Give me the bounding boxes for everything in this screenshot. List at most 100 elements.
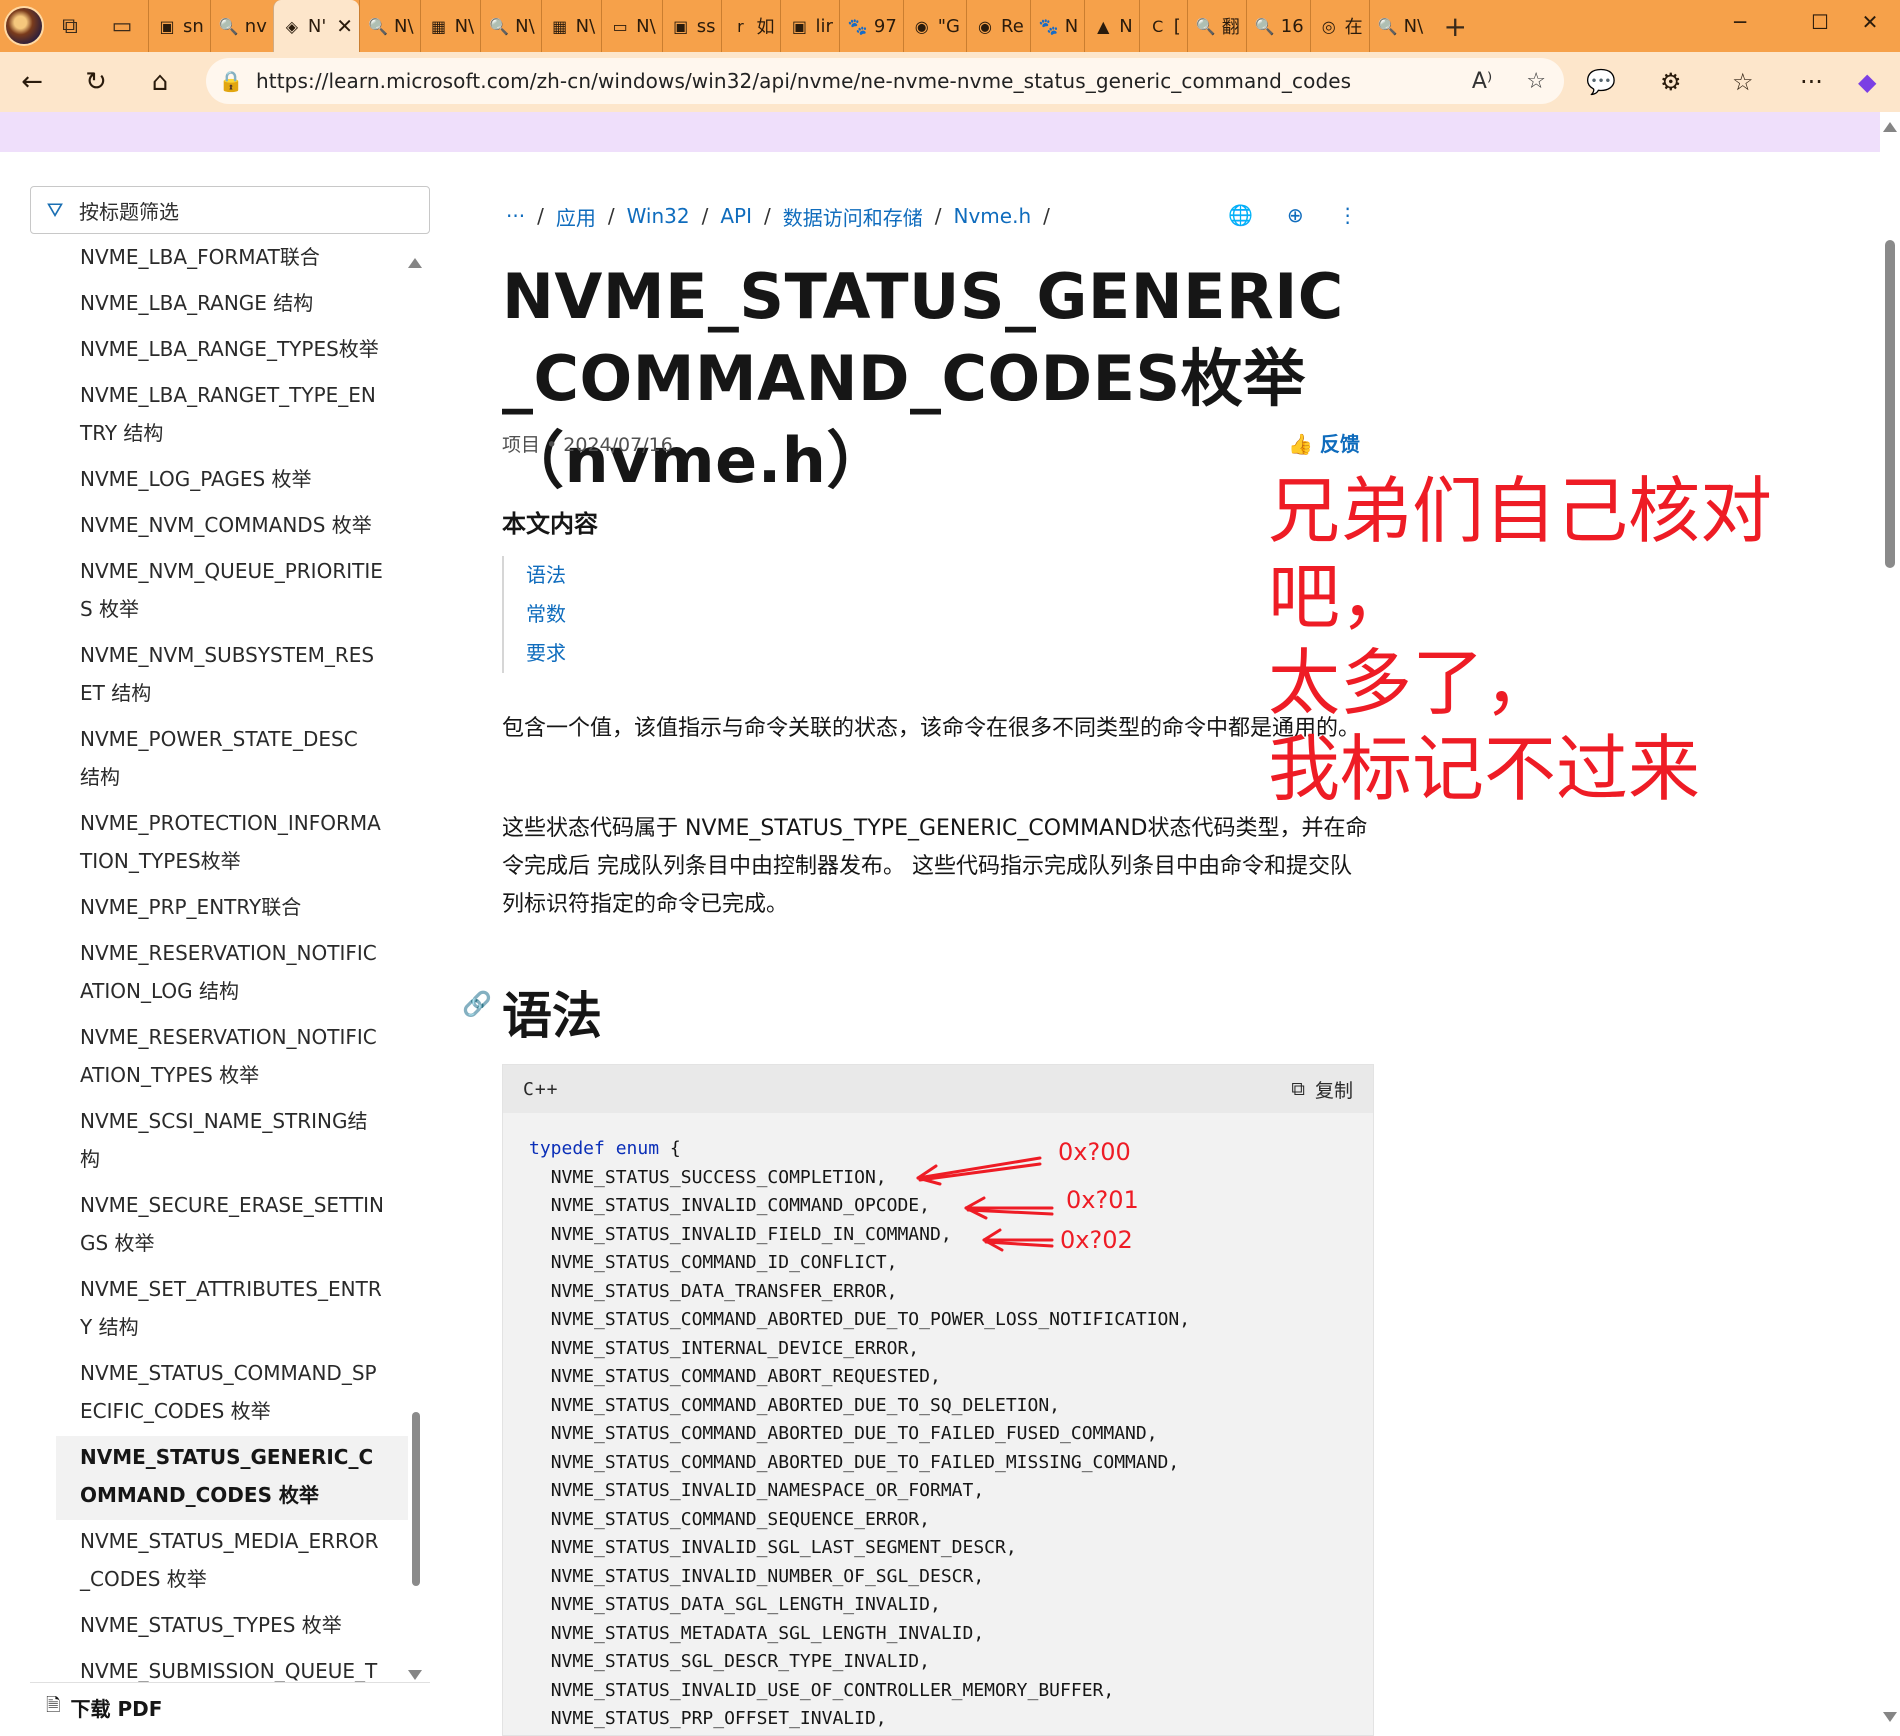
extensions-icon[interactable]: ⚙ xyxy=(1660,52,1682,112)
sidebar-item[interactable]: NVME_NVM_COMMANDS 枚举 xyxy=(56,504,408,550)
sidebar-item[interactable]: NVME_POWER_STATE_DESC 结构 xyxy=(56,718,408,802)
annotation-note: 兄弟们自己核对吧， 太多了， 我标记不过来 xyxy=(1268,468,1900,812)
chat-icon[interactable]: 💬 xyxy=(1586,52,1616,112)
new-tab-button[interactable]: + xyxy=(1429,0,1481,52)
sidebar-item[interactable]: NVME_PRP_ENTRY联合 xyxy=(56,886,408,932)
sidebar-item[interactable]: NVME_STATUS_COMMAND_SPECIFIC_CODES 枚举 xyxy=(56,1352,408,1436)
sidebar-item[interactable]: NVME_LBA_RANGE_TYPES枚举 xyxy=(56,328,408,374)
scroll-thumb[interactable] xyxy=(412,1412,420,1586)
browser-tab[interactable]: ◉ Re xyxy=(966,0,1030,52)
browser-tab[interactable]: r如 xyxy=(721,0,780,52)
browser-tab[interactable]: ▣ lir xyxy=(780,0,838,52)
back-button[interactable]: ← xyxy=(0,52,64,112)
sidebar-item[interactable]: NVME_LOG_PAGES 枚举 xyxy=(56,458,408,504)
tab-favicon-icon: C xyxy=(1152,16,1164,36)
page-scroll-up[interactable] xyxy=(1883,122,1897,132)
breadcrumb-ellipsis[interactable]: ··· xyxy=(506,204,525,228)
sidebar-scrollbar[interactable] xyxy=(406,250,422,1680)
minimize-button[interactable]: ─ xyxy=(1700,0,1780,44)
browser-tab[interactable]: 🐾 N xyxy=(1029,0,1084,52)
browser-tab[interactable]: ▦ N\ xyxy=(419,0,481,52)
page-scrollbar[interactable] xyxy=(1880,112,1900,1736)
close-window-button[interactable]: ✕ xyxy=(1840,0,1900,44)
lock-icon[interactable]: 🔒 xyxy=(206,69,256,93)
browser-tab[interactable]: 🔍 nv xyxy=(209,0,273,52)
browser-tab[interactable]: 🐾 97 xyxy=(838,0,903,52)
hex-label-2: 0x?02 xyxy=(1060,1226,1133,1254)
browser-tab[interactable]: ◎ 在 xyxy=(1309,0,1369,52)
browser-tab[interactable]: ▣ ss xyxy=(661,0,722,52)
toc-link[interactable]: 常数 xyxy=(526,595,566,634)
breadcrumb-link[interactable]: 数据访问和存储 xyxy=(783,202,923,231)
tab-title: [ xyxy=(1173,15,1181,37)
sidebar-item[interactable]: NVME_RESERVATION_NOTIFICATION_TYPES 枚举 xyxy=(56,1016,408,1100)
sidebar-item[interactable]: NVME_STATUS_GENERIC_COMMAND_CODES 枚举 xyxy=(56,1436,408,1520)
sidebar-item[interactable]: NVME_LBA_RANGE 结构 xyxy=(56,282,408,328)
browser-tab[interactable]: ▦ N\ xyxy=(540,0,602,52)
feedback-label: 反馈 xyxy=(1319,432,1360,456)
tab-title: N\ xyxy=(394,15,414,37)
toc-link[interactable]: 语法 xyxy=(526,556,566,595)
browser-tab[interactable]: 🔍 N\ xyxy=(359,0,420,52)
browser-tab[interactable]: ▭ N\ xyxy=(601,0,662,52)
tab-title: N xyxy=(1064,15,1079,37)
sidebar-item[interactable]: NVME_LBA_RANGET_TYPE_ENTRY 结构 xyxy=(56,374,408,458)
browser-tab[interactable]: 🔍 16 xyxy=(1245,0,1310,52)
filter-input[interactable]: ⛛ 按标题筛选 xyxy=(30,186,430,234)
browser-tab[interactable]: 🔍 N\ xyxy=(480,0,541,52)
url-text[interactable]: https://learn.microsoft.com/zh-cn/window… xyxy=(256,69,1351,93)
sidebar-item[interactable]: NVME_STATUS_TYPES 枚举 xyxy=(56,1604,408,1650)
breadcrumb-link[interactable]: Win32 xyxy=(627,204,690,228)
sidebar-item[interactable]: NVME_STATUS_MEDIA_ERROR_CODES 枚举 xyxy=(56,1520,408,1604)
workspaces-icon[interactable]: ⧉ xyxy=(44,0,96,52)
sidebar-item[interactable]: NVME_NVM_QUEUE_PRIORITIES 枚举 xyxy=(56,550,408,634)
browser-tab[interactable]: 🔍 翻 xyxy=(1186,0,1246,52)
description-paragraph: 包含一个值，该值指示与命令关联的状态，该命令在很多不同类型的命令中都是通用的。 xyxy=(502,716,1361,741)
more-menu-icon[interactable]: ··· xyxy=(1800,52,1823,112)
code-body[interactable]: typedef enum { NVME_STATUS_SUCCESS_COMPL… xyxy=(503,1113,1373,1734)
heading-anchor-icon[interactable]: 🔗 xyxy=(462,990,492,1018)
download-pdf-button[interactable]: 🗎 下载 PDF xyxy=(30,1682,430,1732)
copilot-icon[interactable]: ◆ xyxy=(1858,52,1876,112)
read-aloud-icon[interactable]: A⁾ xyxy=(1472,69,1492,94)
annotation-line: 太多了， xyxy=(1268,641,1557,725)
refresh-button[interactable]: ↻ xyxy=(64,52,128,112)
toc-link[interactable]: 要求 xyxy=(526,634,566,673)
sidebar-item[interactable]: NVME_RESERVATION_NOTIFICATION_LOG 结构 xyxy=(56,932,408,1016)
browser-tab[interactable]: C[ xyxy=(1138,0,1187,52)
scroll-down-arrow[interactable] xyxy=(408,1670,422,1680)
sidebar-item[interactable]: NVME_SECURE_ERASE_SETTINGS 枚举 xyxy=(56,1184,408,1268)
sidebar-item[interactable]: NVME_PROTECTION_INFORMATION_TYPES枚举 xyxy=(56,802,408,886)
sidebar-item[interactable]: NVME_LBA_FORMAT联合 xyxy=(56,236,408,282)
sidebar-item[interactable]: NVME_NVM_SUBSYSTEM_RESET 结构 xyxy=(56,634,408,718)
breadcrumb-link[interactable]: 应用 xyxy=(556,202,596,231)
home-button[interactable]: ⌂ xyxy=(128,52,192,112)
scroll-up-arrow[interactable] xyxy=(408,258,422,268)
add-collection-icon[interactable]: ⊕ xyxy=(1287,203,1304,227)
vertical-tabs-icon[interactable]: ▭ xyxy=(96,0,148,52)
copy-button[interactable]: ⧉ 复制 xyxy=(1291,1076,1353,1103)
sidebar-item[interactable]: NVME_SCSI_NAME_STRING结构 xyxy=(56,1100,408,1184)
code-line: NVME_STATUS_METADATA_SGL_LENGTH_INVALID, xyxy=(550,1622,985,1644)
feedback-link[interactable]: 👍 反馈 xyxy=(1288,428,1360,457)
close-tab-icon[interactable]: ✕ xyxy=(336,14,353,38)
code-line: NVME_STATUS_INVALID_NAMESPACE_OR_FORMAT, xyxy=(550,1480,985,1501)
browser-tab[interactable]: 🔍 N\ xyxy=(1368,0,1430,52)
sidebar-item[interactable]: NVME_SUBMISSION_QUEUE_TAIL_DOORBELL联合 xyxy=(56,1650,408,1684)
profile-avatar[interactable] xyxy=(4,6,44,46)
favorite-star-icon[interactable]: ☆ xyxy=(1526,69,1546,94)
address-bar[interactable]: 🔒 https://learn.microsoft.com/zh-cn/wind… xyxy=(206,58,1564,104)
tab-favicon-icon: ▣ xyxy=(673,16,689,36)
breadcrumb-link[interactable]: Nvme.h xyxy=(954,204,1032,228)
browser-tab[interactable]: ◉ "G xyxy=(902,0,966,52)
page-scroll-down[interactable] xyxy=(1883,1712,1897,1722)
sidebar-item[interactable]: NVME_SET_ATTRIBUTES_ENTRY 结构 xyxy=(56,1268,408,1352)
page-scroll-thumb[interactable] xyxy=(1885,240,1895,568)
browser-tab[interactable]: ▣ sn xyxy=(148,0,210,52)
favorites-icon[interactable]: ☆ xyxy=(1732,52,1754,112)
browser-tab[interactable]: ◈ N' ✕ xyxy=(272,0,360,52)
language-icon[interactable]: 🌐 xyxy=(1228,203,1253,227)
breadcrumb-link[interactable]: API xyxy=(720,204,752,228)
more-options-icon[interactable]: ⋮ xyxy=(1338,203,1358,227)
browser-tab[interactable]: ▲ N xyxy=(1084,0,1138,52)
